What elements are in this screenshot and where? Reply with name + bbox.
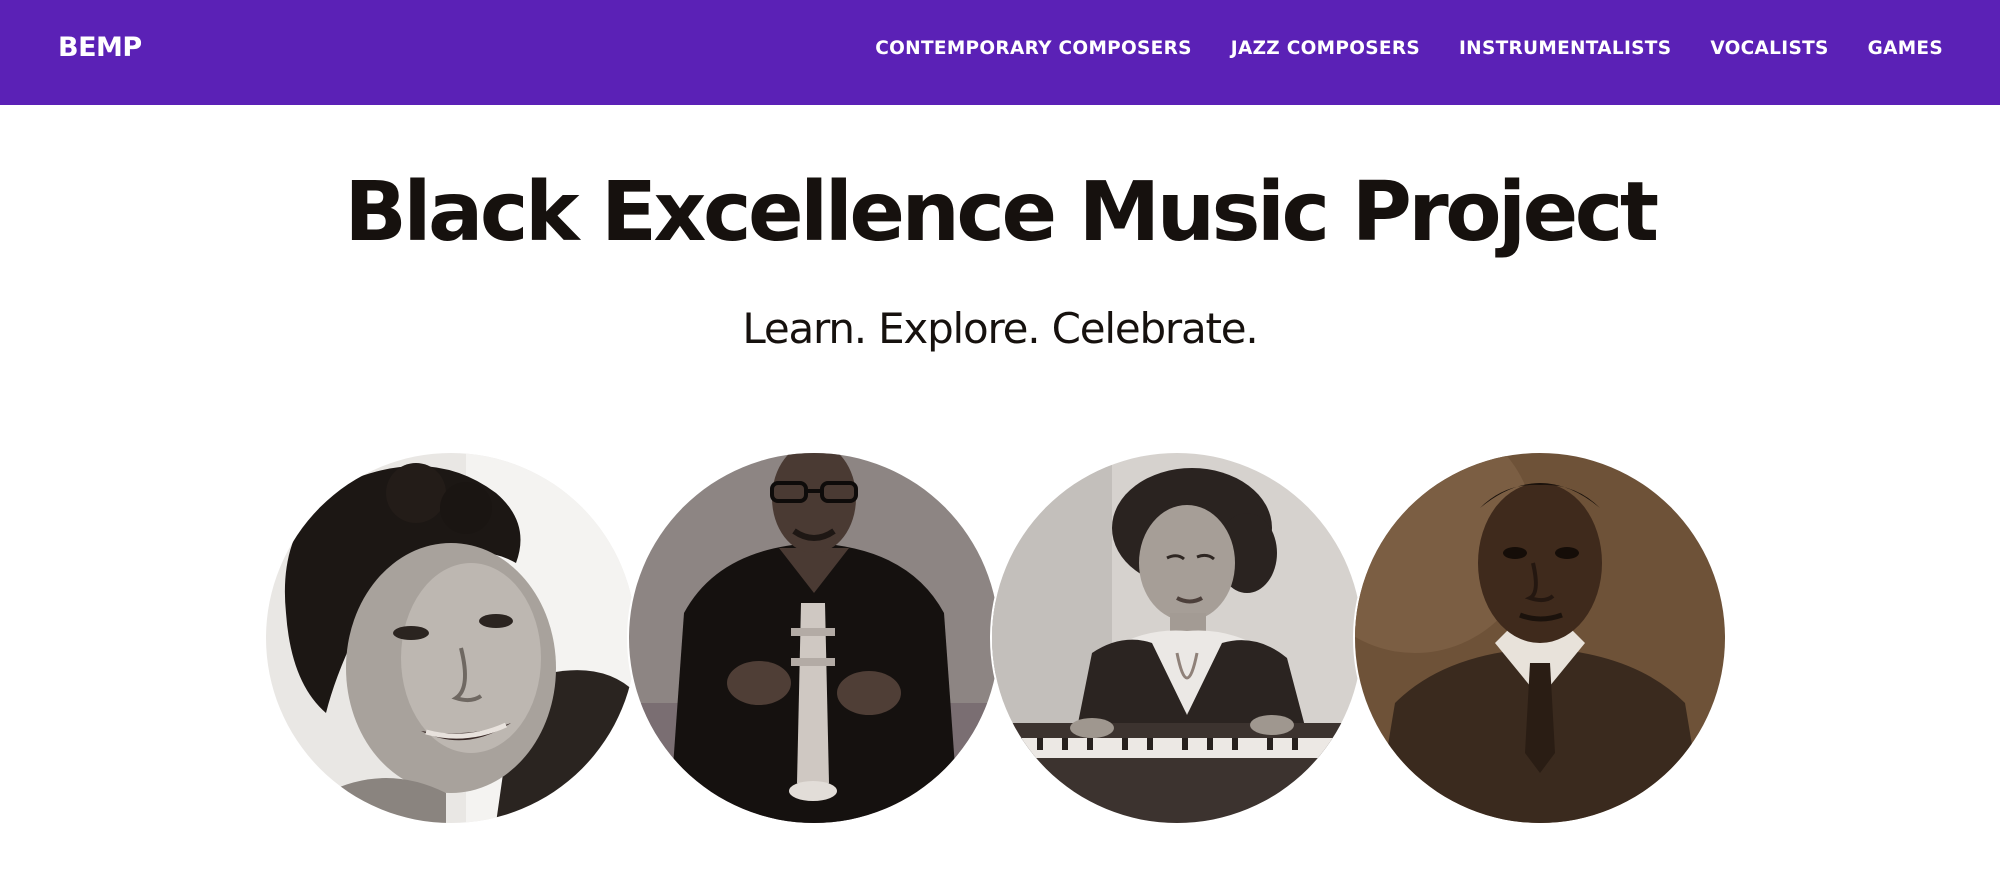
nav-link-jazz-composers[interactable]: JAZZ COMPOSERS — [1231, 38, 1420, 59]
nav-item-jazz-composers: JAZZ COMPOSERS — [1231, 38, 1420, 59]
nav-link-instrumentalists[interactable]: INSTRUMENTALISTS — [1459, 38, 1671, 59]
composer-portrait[interactable] — [1353, 451, 1727, 825]
nav-link-vocalists[interactable]: VOCALISTS — [1710, 38, 1828, 59]
nav-item-games: GAMES — [1868, 38, 1943, 59]
trumpet-player-portrait[interactable] — [627, 451, 1001, 825]
pianist-portrait-image — [992, 453, 1362, 823]
vocalist-portrait[interactable] — [264, 451, 638, 825]
brand-logo-link[interactable]: BEMP — [58, 32, 142, 63]
nav-item-instrumentalists: INSTRUMENTALISTS — [1459, 38, 1671, 59]
page-subtitle: Learn. Explore. Celebrate. — [742, 304, 1258, 353]
vocalist-portrait-image — [266, 453, 636, 823]
trumpet-player-portrait-image — [629, 453, 999, 823]
nav-item-vocalists: VOCALISTS — [1710, 38, 1828, 59]
page-title: Black Excellence Music Project — [344, 165, 1659, 260]
nav-link-games[interactable]: GAMES — [1868, 38, 1943, 59]
pianist-portrait[interactable] — [990, 451, 1364, 825]
composer-portrait-image — [1355, 453, 1725, 823]
top-navbar: BEMP CONTEMPORARY COMPOSERS JAZZ COMPOSE… — [0, 0, 2000, 105]
nav-link-contemporary-composers[interactable]: CONTEMPORARY COMPOSERS — [875, 38, 1192, 59]
nav-item-contemporary-composers: CONTEMPORARY COMPOSERS — [875, 38, 1192, 59]
nav-links: CONTEMPORARY COMPOSERS JAZZ COMPOSERS IN… — [875, 38, 1943, 59]
